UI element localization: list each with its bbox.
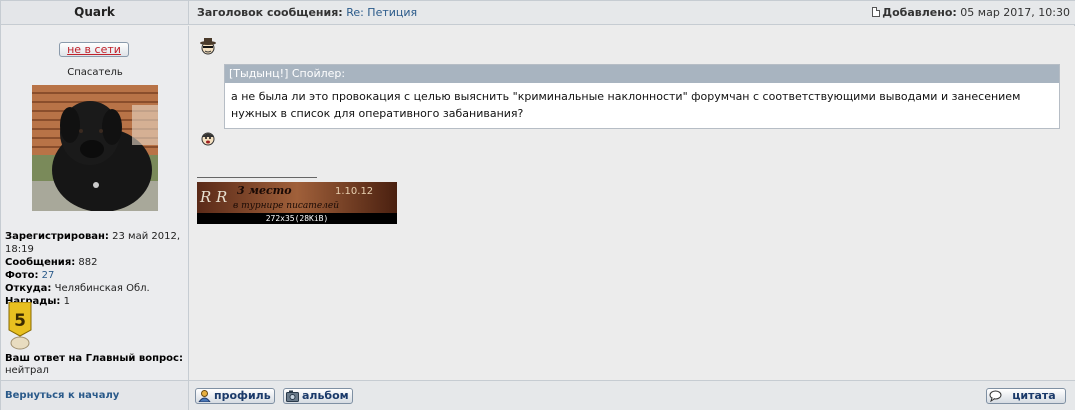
quote-button[interactable]: цитата <box>986 388 1066 404</box>
speech-bubble-icon <box>989 390 1002 402</box>
medal-number: 5 <box>14 311 26 331</box>
profile-button-label: профиль <box>214 389 271 402</box>
spoiler-content: а не была ли это провокация с целью выяс… <box>231 90 1021 120</box>
main-question-answer: Ваш ответ на Главный вопрос: нейтрал <box>5 353 187 377</box>
spoiler-block: [Тыдынц!] Спойлер: а не была ли это пров… <box>224 64 1060 129</box>
offline-status-button[interactable]: не в сети <box>59 42 129 57</box>
photos-link[interactable]: 27 <box>42 270 55 281</box>
signature-text-2: в турнире писателей <box>233 201 339 211</box>
forum-post: Quark Заголовок сообщения: Re: Петиция Д… <box>0 0 1075 410</box>
answer-value: нейтрал <box>5 365 49 376</box>
photos-label: Фото: <box>5 270 39 281</box>
document-icon[interactable] <box>872 7 881 17</box>
signature-mark: R R <box>199 188 227 206</box>
from-label: Откуда: <box>5 283 52 294</box>
subject-link[interactable]: Re: Петиция <box>346 6 417 19</box>
quote-button-label: цитата <box>1012 389 1056 402</box>
footer-left: Вернуться к началу <box>1 380 189 410</box>
post-date: Добавлено: 05 мар 2017, 10:30 <box>872 1 1070 24</box>
answer-label: Ваш ответ на Главный вопрос: <box>5 353 183 364</box>
album-button-label: альбом <box>302 389 349 402</box>
from-value: Челябинская Обл. <box>54 283 150 294</box>
spoiler-toggle-link[interactable]: [Тыдынц!] <box>229 67 288 80</box>
signature-text-1: 3 место <box>237 184 292 197</box>
posts-value: 882 <box>78 257 98 268</box>
profile-button[interactable]: профиль <box>195 388 275 404</box>
stat-posts: Сообщения: 882 <box>5 256 187 269</box>
post-header: Заголовок сообщения: Re: Петиция Добавле… <box>189 1 1075 25</box>
avatar <box>32 85 158 211</box>
smiley-icon <box>201 132 215 146</box>
dog-avatar-image <box>32 85 158 211</box>
post-body: [Тыдынц!] Спойлер: а не была ли это пров… <box>189 26 1075 380</box>
author-profile: не в сети Спасатель Зарегистрирован: 23 … <box>1 26 189 380</box>
signature-divider <box>197 177 317 178</box>
signature-caption: 272x35(28KiB) <box>197 213 397 224</box>
user-icon <box>198 390 211 402</box>
camera-icon <box>286 390 299 402</box>
medal-icon[interactable]: 5 <box>7 301 33 350</box>
stat-registered: Зарегистрирован: 23 май 2012, 18:19 <box>5 230 187 256</box>
signature-banner-art: R R 3 место 1.10.12 в турнире писателей <box>197 182 397 213</box>
footer-actions: профиль альбом цитата <box>189 380 1075 410</box>
post-author[interactable]: Quark <box>1 1 189 25</box>
stat-photos: Фото: 27 <box>5 269 187 282</box>
signature-banner[interactable]: R R 3 место 1.10.12 в турнире писателей … <box>197 182 397 224</box>
awards-value: 1 <box>63 296 70 307</box>
spy-smiley-icon <box>200 38 216 55</box>
registered-label: Зарегистрирован: <box>5 231 109 242</box>
user-rank: Спасатель <box>67 67 123 78</box>
spoiler-header: [Тыдынц!] Спойлер: <box>225 65 1059 83</box>
album-button[interactable]: альбом <box>283 388 353 404</box>
added-value: 05 мар 2017, 10:30 <box>960 6 1070 19</box>
user-stats: Зарегистрирован: 23 май 2012, 18:19 Сооб… <box>5 230 187 308</box>
signature-date: 1.10.12 <box>335 186 373 197</box>
subject-label: Заголовок сообщения: <box>197 6 343 19</box>
posts-label: Сообщения: <box>5 257 76 268</box>
stat-from: Откуда: Челябинская Обл. <box>5 282 187 295</box>
added-label: Добавлено: <box>882 6 957 19</box>
spoiler-title: Спойлер: <box>291 67 346 80</box>
post-subject: Заголовок сообщения: Re: Петиция <box>197 1 417 24</box>
back-to-top-link[interactable]: Вернуться к началу <box>5 390 119 401</box>
